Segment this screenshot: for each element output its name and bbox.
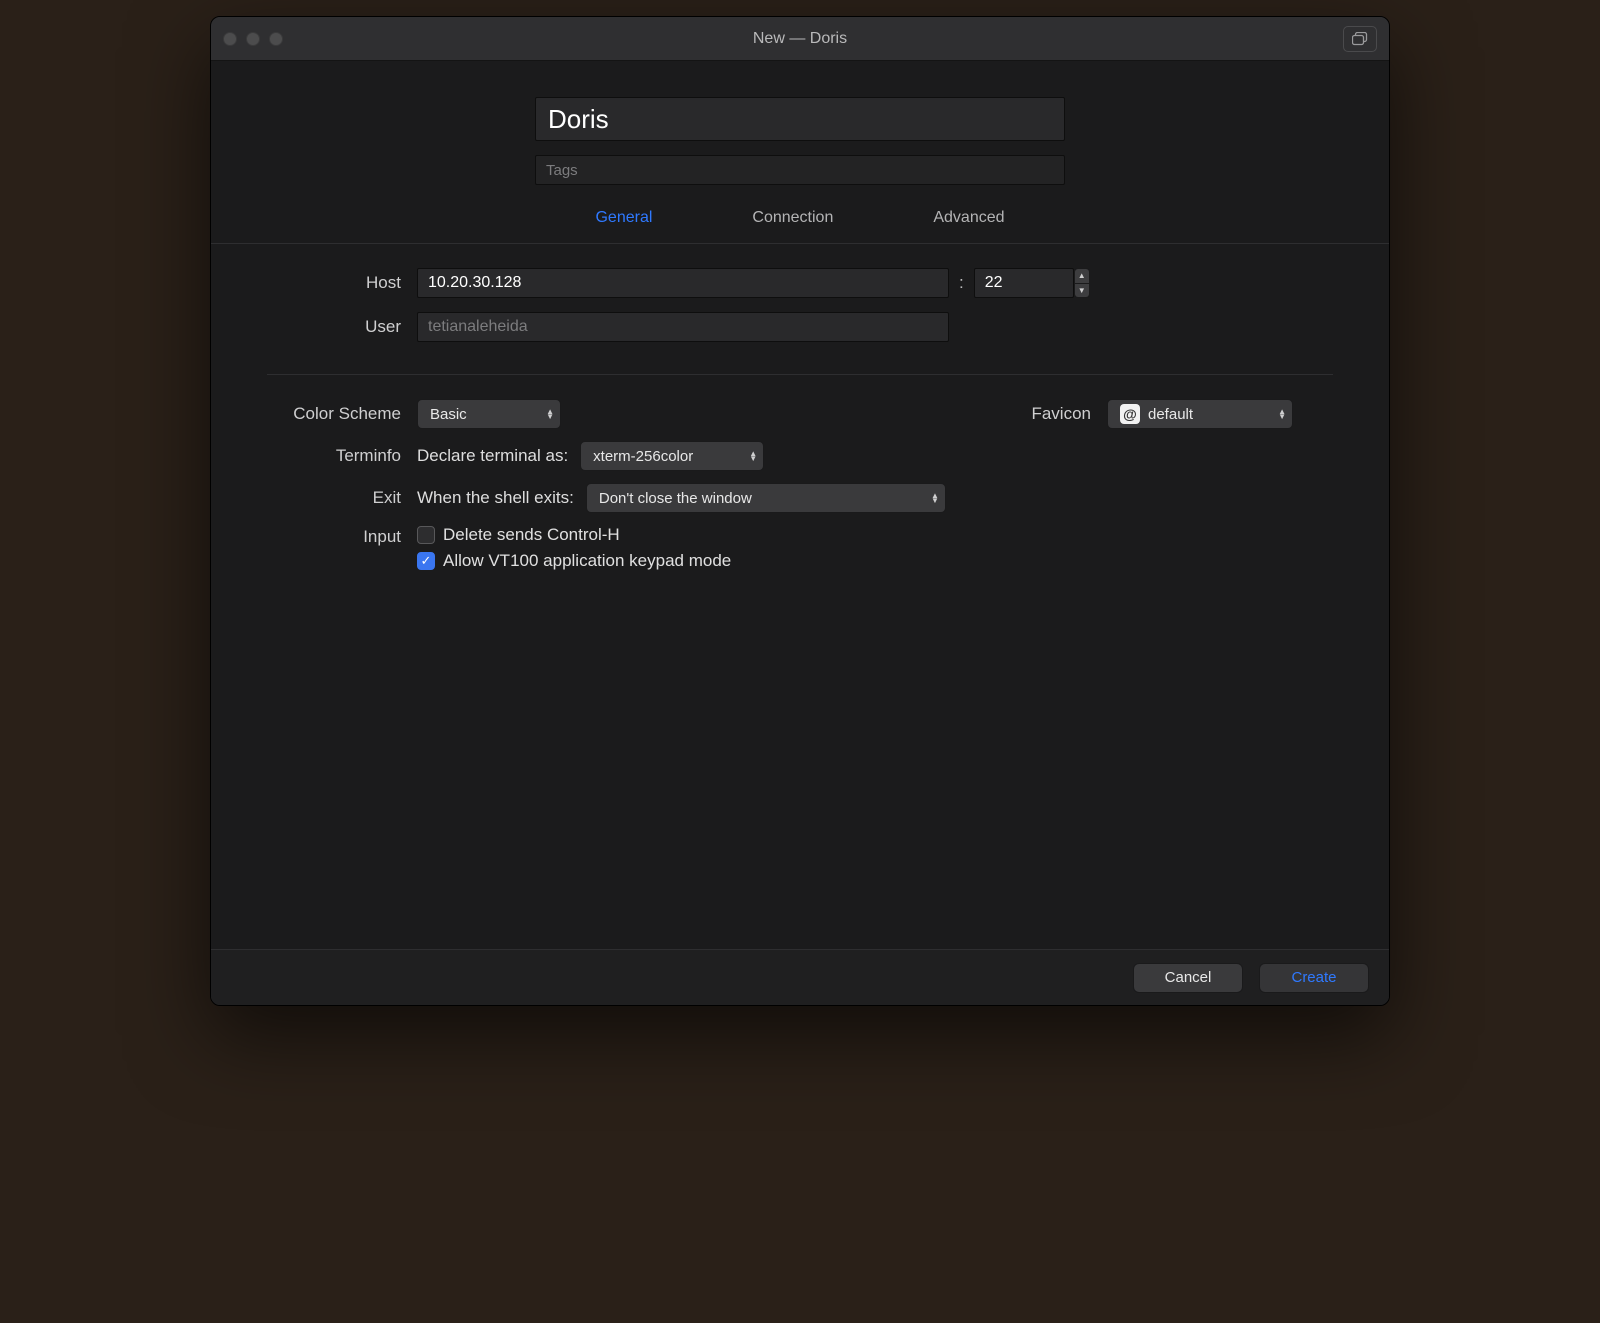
host-label: Host <box>267 273 417 293</box>
host-input[interactable] <box>417 268 949 298</box>
delete-ctrl-h-checkbox[interactable] <box>417 526 435 544</box>
port-step-down[interactable]: ▼ <box>1074 284 1090 299</box>
window-body: General Connection Advanced Host : ▲ ▼ U… <box>211 61 1389 1005</box>
minimize-window-button[interactable] <box>246 32 260 46</box>
exit-select[interactable]: Don't close the window ▲▼ <box>586 483 946 513</box>
color-scheme-value: Basic <box>430 406 467 423</box>
exit-value: Don't close the window <box>599 490 752 507</box>
connection-section: Host : ▲ ▼ User <box>211 244 1389 356</box>
port-stepper[interactable]: ▲ ▼ <box>1074 268 1090 298</box>
zoom-window-button[interactable] <box>269 32 283 46</box>
footer: Cancel Create <box>211 949 1389 1005</box>
input-label: Input <box>267 525 417 547</box>
favicon-select[interactable]: @ default ▲▼ <box>1107 399 1293 429</box>
user-label: User <box>267 317 417 337</box>
chevron-updown-icon: ▲▼ <box>1278 409 1286 419</box>
vt100-keypad-checkbox[interactable]: ✓ <box>417 552 435 570</box>
tab-general[interactable]: General <box>595 209 652 227</box>
terminfo-label: Terminfo <box>267 446 417 466</box>
traffic-lights <box>223 32 283 46</box>
port-input[interactable] <box>974 268 1074 298</box>
tab-advanced[interactable]: Advanced <box>933 209 1004 227</box>
app-window: New — Doris General Connection Advanced … <box>210 16 1390 1006</box>
port-separator: : <box>949 273 974 293</box>
terminfo-text: Declare terminal as: <box>417 446 580 466</box>
settings-section: Color Scheme Basic ▲▼ Favicon @ default … <box>211 375 1389 589</box>
cancel-button[interactable]: Cancel <box>1133 963 1243 993</box>
tags-input[interactable] <box>535 155 1065 185</box>
tab-connection[interactable]: Connection <box>752 209 833 227</box>
window-stack-icon <box>1352 32 1368 46</box>
at-sign-icon: @ <box>1120 404 1140 424</box>
vt100-keypad-label: Allow VT100 application keypad mode <box>443 551 731 571</box>
chevron-updown-icon: ▲▼ <box>546 409 554 419</box>
chevron-updown-icon: ▲▼ <box>931 493 939 503</box>
exit-text: When the shell exits: <box>417 488 586 508</box>
favicon-value: default <box>1148 406 1193 423</box>
chevron-updown-icon: ▲▼ <box>749 451 757 461</box>
duplicate-window-button[interactable] <box>1343 26 1377 52</box>
profile-name-input[interactable] <box>535 97 1065 141</box>
favicon-label: Favicon <box>957 404 1107 424</box>
color-scheme-label: Color Scheme <box>267 404 417 424</box>
port-step-up[interactable]: ▲ <box>1074 268 1090 284</box>
color-scheme-select[interactable]: Basic ▲▼ <box>417 399 561 429</box>
tab-bar: General Connection Advanced <box>211 185 1389 244</box>
window-title: New — Doris <box>211 30 1389 48</box>
header-fields <box>211 61 1389 185</box>
terminfo-value: xterm-256color <box>593 448 693 465</box>
create-button[interactable]: Create <box>1259 963 1369 993</box>
titlebar: New — Doris <box>211 17 1389 61</box>
user-input[interactable] <box>417 312 949 342</box>
terminfo-select[interactable]: xterm-256color ▲▼ <box>580 441 764 471</box>
close-window-button[interactable] <box>223 32 237 46</box>
delete-ctrl-h-label: Delete sends Control-H <box>443 525 620 545</box>
exit-label: Exit <box>267 488 417 508</box>
